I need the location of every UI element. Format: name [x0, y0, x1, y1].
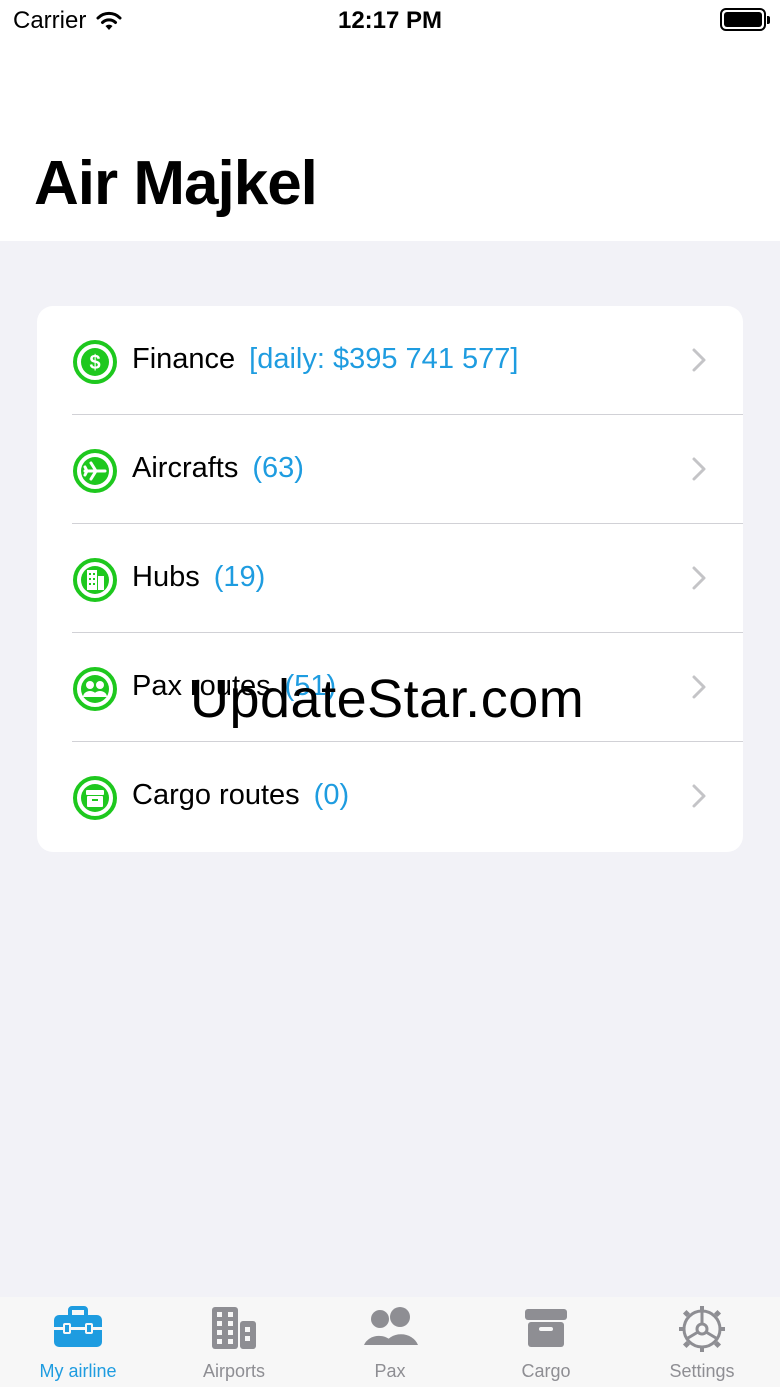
briefcase-icon — [54, 1306, 102, 1347]
chevron-right-icon — [692, 566, 706, 590]
menu-row-label: Hubs — [132, 561, 200, 593]
tab-cargo[interactable]: Cargo — [468, 1297, 624, 1387]
menu-row-aircrafts[interactable]: Aircrafts (63) — [37, 415, 743, 524]
menu-row-count: (63) — [252, 452, 304, 484]
tab-label: Cargo — [521, 1361, 571, 1381]
tab-airports[interactable]: Airports — [156, 1297, 312, 1387]
tab-bar: My airline Airports Pax Cargo Settings — [0, 1297, 780, 1387]
menu-row-label: Aircrafts — [132, 452, 239, 484]
tab-my-airline[interactable]: My airline — [0, 1297, 156, 1387]
chevron-right-icon — [692, 675, 706, 699]
navigation-header: Carrier 12:17 PM Air Majkel — [0, 0, 780, 241]
tab-label: My airline — [39, 1361, 117, 1381]
archivebox-circle-icon — [73, 776, 117, 820]
chevron-right-icon — [692, 348, 706, 372]
airline-menu-card: $ Finance [daily: $395 741 577] Aircraft… — [37, 306, 743, 852]
menu-row-count: (0) — [313, 779, 350, 811]
menu-row-count: [daily: $395 741 577] — [249, 343, 519, 375]
menu-row-cargo-routes[interactable]: Cargo routes (0) — [37, 742, 743, 851]
gear-icon — [679, 1306, 725, 1352]
tab-label: Settings — [669, 1361, 735, 1381]
page-title: Air Majkel — [34, 149, 318, 218]
people-circle-icon — [73, 667, 117, 711]
archivebox-icon — [525, 1309, 567, 1347]
menu-row-label: Finance — [132, 343, 236, 375]
svg-text:$: $ — [89, 352, 100, 374]
menu-row-finance[interactable]: $ Finance [daily: $395 741 577] — [37, 306, 743, 415]
tab-settings[interactable]: Settings — [624, 1297, 780, 1387]
status-time: 12:17 PM — [337, 7, 443, 34]
people-icon — [364, 1307, 418, 1345]
tab-pax[interactable]: Pax — [312, 1297, 468, 1387]
battery-icon — [720, 8, 770, 31]
dollar-circle-icon: $ — [73, 340, 117, 384]
menu-row-hubs[interactable]: Hubs (19) — [37, 524, 743, 633]
status-bar: Carrier 12:17 PM — [0, 0, 780, 42]
menu-row-pax-routes[interactable]: Pax routes (51) — [37, 633, 743, 742]
menu-row-label: Cargo routes — [132, 779, 300, 811]
airplane-circle-icon — [73, 449, 117, 493]
chevron-right-icon — [692, 784, 706, 808]
menu-row-label: Pax routes — [132, 670, 271, 702]
tab-label: Pax — [374, 1361, 406, 1381]
menu-row-count: (51) — [284, 670, 337, 702]
chevron-right-icon — [692, 457, 706, 481]
tab-label: Airports — [202, 1361, 265, 1381]
menu-row-count: (19) — [213, 561, 266, 593]
building-icon — [212, 1307, 256, 1349]
building-circle-icon — [73, 558, 117, 602]
